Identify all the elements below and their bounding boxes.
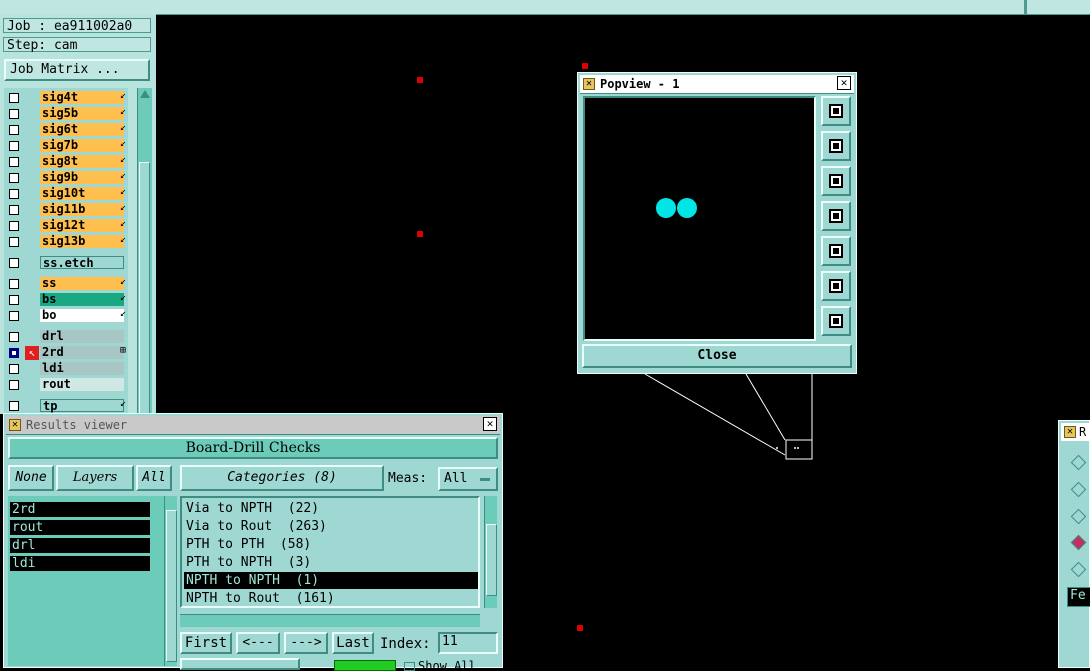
- zoom-in-icon[interactable]: [821, 271, 851, 301]
- window-menu-icon[interactable]: ✕: [9, 419, 21, 431]
- option-menu-icon: [480, 478, 490, 481]
- right-window-title: R: [1079, 425, 1087, 439]
- meas-value: All: [444, 471, 468, 486]
- results-viewer-title: Results viewer: [26, 418, 128, 432]
- results-category-scrollbar[interactable]: [484, 496, 497, 608]
- zoom-out-icon[interactable]: [821, 306, 851, 336]
- status-indicator: [334, 660, 396, 671]
- popview-window: ✕ Popview - 1 ✕ Close: [577, 72, 857, 374]
- all-layers-button[interactable]: All: [136, 465, 172, 491]
- results-layer-scrollbar[interactable]: [164, 496, 177, 666]
- next-button[interactable]: --->: [284, 632, 328, 654]
- pan-left-icon[interactable]: [821, 201, 851, 231]
- results-layer-item[interactable]: drl: [10, 538, 150, 553]
- feature-field[interactable]: Fe: [1067, 587, 1090, 607]
- category-item[interactable]: NPTH to Rout (161): [184, 590, 335, 607]
- feature-field-text: Fe: [1070, 588, 1086, 603]
- radio-diamond-selected[interactable]: [1070, 534, 1087, 551]
- category-item[interactable]: Via to NPTH (22): [184, 500, 319, 517]
- check-name-header: Board-Drill Checks: [8, 437, 498, 459]
- popview-title: Popview - 1: [600, 77, 680, 91]
- pan-right-icon[interactable]: [821, 236, 851, 266]
- action-button[interactable]: [180, 658, 300, 670]
- popview-close-button[interactable]: Close: [582, 344, 852, 368]
- category-item[interactable]: NPTH to NPTH (1): [184, 572, 478, 589]
- popview-canvas[interactable]: [583, 96, 816, 341]
- radio-diamond[interactable]: [1070, 561, 1087, 578]
- results-layer-item[interactable]: rout: [10, 520, 150, 535]
- layers-button[interactable]: Layers: [56, 465, 134, 491]
- drill-hole: [677, 198, 697, 218]
- meas-label: Meas:: [388, 471, 428, 486]
- categories-button[interactable]: Categories (8): [180, 465, 384, 491]
- drill-hole: [656, 198, 676, 218]
- popview-toolbar: [820, 96, 854, 343]
- window-menu-icon[interactable]: ✕: [1064, 426, 1076, 438]
- window-menu-icon[interactable]: ✕: [583, 78, 595, 90]
- results-layer-list: 2rd rout drl ldi: [8, 496, 164, 666]
- scroll-thumb[interactable]: [486, 524, 497, 596]
- category-item[interactable]: PTH to PTH (58): [184, 536, 311, 553]
- category-item[interactable]: PTH to NPTH (3): [184, 554, 311, 571]
- meas-select[interactable]: All: [438, 467, 498, 491]
- previous-button[interactable]: <---: [236, 632, 280, 654]
- index-label: Index:: [380, 636, 431, 652]
- first-button[interactable]: First: [180, 632, 232, 654]
- popview-titlebar[interactable]: ✕ Popview - 1 ✕: [580, 75, 854, 94]
- results-category-list: Via to NPTH (22) Via to Rout (263) PTH to …: [180, 496, 480, 608]
- last-button[interactable]: Last: [332, 632, 374, 654]
- results-viewer-window: ✕ Results viewer ✕ Board-Drill Checks No…: [3, 413, 503, 671]
- close-icon[interactable]: ✕: [837, 76, 851, 90]
- results-layer-item[interactable]: 2rd: [10, 502, 150, 517]
- index-input[interactable]: 11: [438, 632, 498, 654]
- results-layer-item[interactable]: ldi: [10, 556, 150, 571]
- zoom-window-icon[interactable]: [821, 96, 851, 126]
- category-item[interactable]: Via to Rout (263): [184, 518, 327, 535]
- right-window-titlebar[interactable]: ✕ R: [1061, 423, 1090, 441]
- none-button[interactable]: None: [8, 465, 54, 491]
- show-all-checkbox[interactable]: [404, 662, 415, 671]
- radio-diamond[interactable]: [1070, 481, 1087, 498]
- pan-up-icon[interactable]: [821, 131, 851, 161]
- scroll-thumb[interactable]: [166, 510, 177, 662]
- results-category-hscrollbar[interactable]: [180, 614, 480, 627]
- radio-diamond[interactable]: [1070, 454, 1087, 471]
- close-icon[interactable]: ✕: [483, 417, 497, 431]
- results-viewer-titlebar[interactable]: ✕ Results viewer ✕: [6, 416, 500, 435]
- pan-down-icon[interactable]: [821, 166, 851, 196]
- radio-diamond[interactable]: [1070, 508, 1087, 525]
- right-side-window: ✕ R Fe: [1058, 420, 1090, 668]
